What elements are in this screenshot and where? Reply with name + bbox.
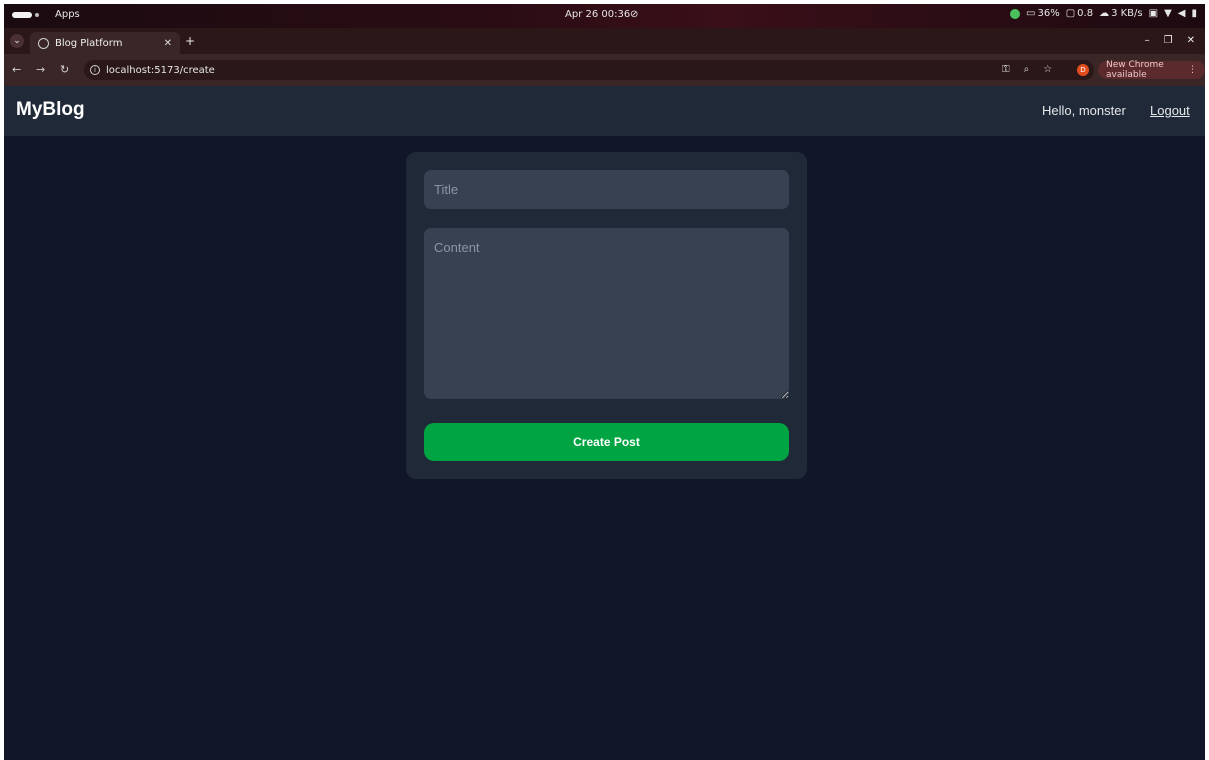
screen-frame: Apps Apr 26 00:36 ⊘ ▭ 36% ▢ 0.8 ☁ 3 KB/s ▣ …	[4, 4, 1205, 760]
net-value: 3 KB/s	[1111, 8, 1143, 19]
window-close-icon[interactable]: ✕	[1187, 35, 1195, 46]
window-controls: – ❐ ✕	[1145, 35, 1195, 46]
app-header: MyBlog Hello, monster Logout	[4, 86, 1205, 136]
dnd-icon: ⊘	[630, 9, 639, 20]
title-input[interactable]	[424, 170, 789, 209]
close-icon[interactable]: ✕	[164, 38, 172, 49]
info-icon[interactable]: i	[90, 65, 100, 75]
cpu-indicator: ▭ 36%	[1026, 8, 1060, 19]
plus-icon[interactable]: +	[185, 34, 195, 48]
clock[interactable]: Apr 26 00:36	[565, 9, 630, 20]
forward-icon[interactable]: →	[36, 63, 45, 76]
system-tray: ▭ 36% ▢ 0.8 ☁ 3 KB/s ▣ ▼ ◀ ▮	[1010, 8, 1197, 19]
clipboard-icon[interactable]: ▣	[1149, 8, 1158, 19]
os-top-bar: Apps Apr 26 00:36 ⊘ ▭ 36% ▢ 0.8 ☁ 3 KB/s ▣ …	[4, 4, 1205, 28]
cpu-value: 36%	[1037, 8, 1060, 19]
battery-icon[interactable]: ▮	[1191, 8, 1197, 19]
update-button[interactable]: New Chrome available ⋮	[1098, 60, 1205, 80]
brand-logo[interactable]: MyBlog	[16, 99, 85, 121]
workspace-dot-icon	[35, 13, 39, 17]
apps-menu[interactable]: Apps	[55, 9, 80, 20]
mem-indicator: ▢ 0.8	[1065, 8, 1094, 19]
create-post-button[interactable]: Create Post	[424, 423, 789, 461]
app-indicator-icon[interactable]	[1010, 8, 1021, 19]
activities-pill-icon[interactable]	[12, 12, 32, 18]
omnibox-actions: ⚿ ⌕ ☆	[1002, 64, 1052, 75]
browser-toolbar: ← → ↻ i localhost:5173/create ⚿ ⌕ ☆ D Ne…	[4, 54, 1205, 86]
wifi-icon[interactable]: ▼	[1164, 8, 1172, 19]
tab-search-chevron-icon[interactable]: ⌄	[10, 34, 24, 48]
user-greeting: Hello, monster	[1042, 103, 1126, 118]
address-bar[interactable]: i localhost:5173/create	[84, 60, 1094, 80]
logout-link[interactable]: Logout	[1150, 103, 1190, 118]
mem-value: 0.8	[1077, 8, 1094, 19]
reload-icon[interactable]: ↻	[60, 63, 69, 76]
browser-tab-strip: ⌄ Blog Platform ✕ + – ❐ ✕	[4, 28, 1205, 54]
url-text: localhost:5173/create	[106, 64, 215, 76]
minimize-icon[interactable]: –	[1145, 35, 1150, 46]
star-icon[interactable]: ☆	[1043, 64, 1052, 75]
zoom-icon[interactable]: ⌕	[1024, 64, 1030, 75]
tab-favicon-icon	[38, 37, 49, 49]
key-icon[interactable]: ⚿	[1002, 64, 1010, 75]
update-label: New Chrome available	[1106, 60, 1164, 80]
create-post-card: Create Post	[406, 152, 807, 479]
tab-title: Blog Platform	[55, 37, 123, 49]
back-icon[interactable]: ←	[12, 63, 21, 76]
content-textarea[interactable]	[424, 228, 789, 399]
net-indicator: ☁ 3 KB/s	[1099, 8, 1143, 19]
volume-icon[interactable]: ◀	[1178, 8, 1186, 19]
tab-blog-platform[interactable]: Blog Platform ✕	[30, 32, 180, 54]
more-vert-icon: ⋮	[1188, 65, 1197, 75]
profile-avatar[interactable]: D	[1077, 64, 1089, 76]
restore-icon[interactable]: ❐	[1164, 35, 1173, 46]
